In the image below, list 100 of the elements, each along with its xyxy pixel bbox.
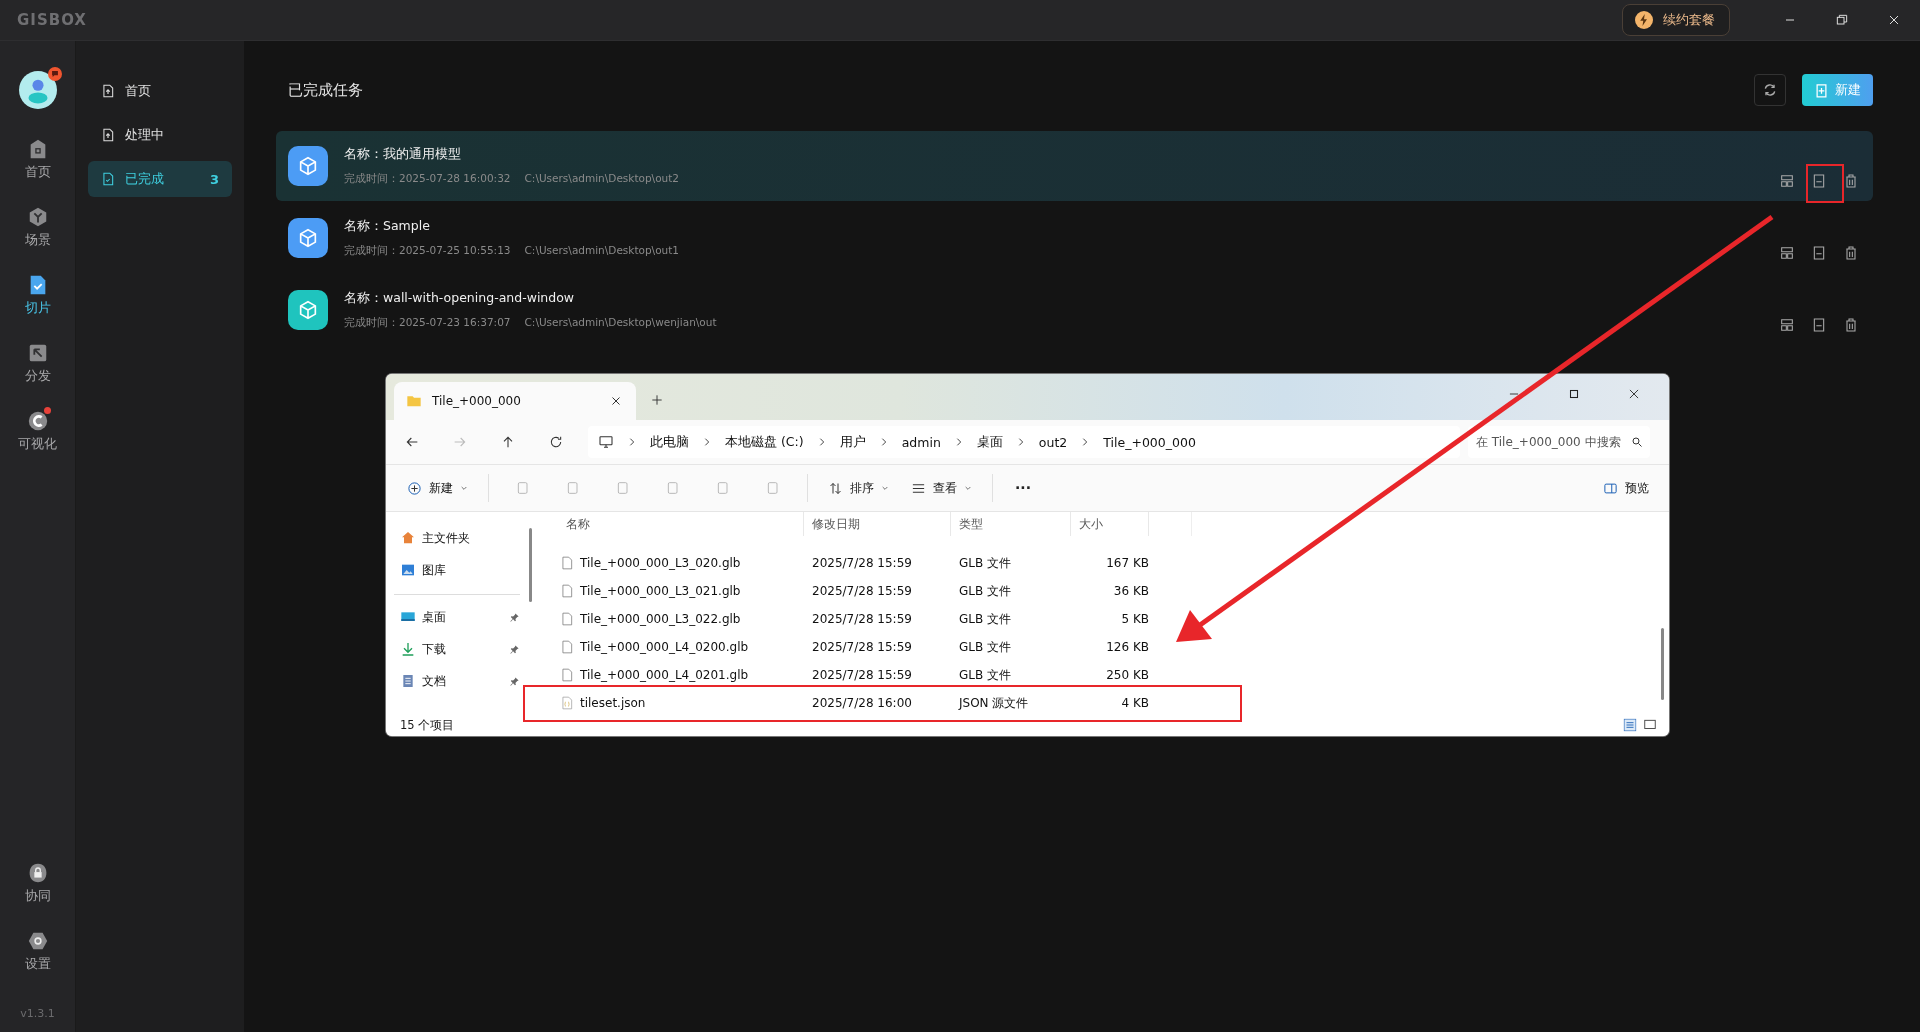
sort-button[interactable]: 排序 [822, 475, 895, 501]
search-field[interactable]: 在 Tile_+000_000 中搜索 [1468, 426, 1650, 458]
file-type: JSON 源文件 [957, 694, 1030, 712]
rail-item[interactable]: 场景 [7, 193, 68, 261]
caret-icon [964, 484, 972, 492]
rail-item[interactable]: 可视化 [7, 397, 68, 465]
caret-icon [460, 484, 468, 492]
nav-item[interactable]: 首页 [88, 73, 232, 109]
task-row[interactable]: 名称：Sample 完成时间：2025-07-25 10:55:13 C:\Users\admin\Desktop\out1 [276, 203, 1873, 273]
file-icon [560, 639, 574, 655]
scrollbar-thumb[interactable] [1660, 628, 1664, 700]
nav-pane-item[interactable]: 下载 [400, 633, 520, 665]
file-name[interactable]: tileset.json [580, 696, 646, 710]
file-name[interactable]: Tile_+000_000_L3_022.glb [580, 612, 741, 626]
rail-item[interactable]: 设置 [7, 917, 68, 985]
nav-pane-item[interactable]: 文档 [400, 665, 520, 697]
json-file-icon [560, 695, 574, 711]
count-label: 3 [209, 171, 219, 187]
layout-icon[interactable] [1779, 317, 1795, 333]
rail-item[interactable]: 切片 [7, 261, 68, 329]
file-type: GLB 文件 [958, 666, 1013, 684]
maximize-icon[interactable] [1567, 387, 1581, 401]
task-name: 名称：我的通用模型 [344, 146, 462, 163]
nav-pane-item[interactable]: 图库 [400, 554, 520, 586]
breadcrumb-item[interactable]: out2 [1038, 434, 1068, 450]
file-size: 4 KB [1120, 696, 1149, 710]
modified-date: 2025/7/28 15:59 [811, 668, 913, 682]
rail-label: 设置 [24, 954, 51, 973]
plus-circle-icon [407, 480, 422, 496]
breadcrumb-item[interactable]: 用户 [839, 433, 866, 451]
document-icon[interactable] [1811, 245, 1827, 261]
nav-item[interactable]: 已完成 3 [88, 161, 232, 197]
file-icon [560, 667, 574, 683]
column-header[interactable]: 修改日期 [804, 512, 951, 536]
c-circle-icon [26, 409, 49, 432]
address-bar[interactable]: 此电脑 本地磁盘 (C:) 用户 admin 桌面 out2 Tile_+000_000 [588, 426, 1460, 458]
restore-icon[interactable] [1834, 12, 1850, 28]
nav-item[interactable]: 处理中 [88, 117, 232, 153]
file-type: GLB 文件 [958, 638, 1013, 656]
file-name[interactable]: Tile_+000_000_L3_020.glb [580, 556, 741, 570]
breadcrumb-item[interactable]: 本地磁盘 (C:) [725, 433, 804, 451]
task-name: 名称：Sample [344, 218, 431, 235]
caret-icon [881, 484, 889, 492]
output-path: C:\Users\admin\Desktop\out2 [524, 172, 680, 186]
document-icon[interactable] [1811, 317, 1827, 333]
breadcrumb-item[interactable]: admin [901, 434, 941, 450]
document-upload-icon [101, 84, 115, 98]
chat-badge-icon [47, 67, 62, 81]
breadcrumb-item[interactable]: Tile_+000_000 [1103, 434, 1196, 450]
download-icon [400, 641, 416, 657]
completion-time: 完成时间：2025-07-25 10:55:13 [344, 244, 511, 258]
details-view-icon [1623, 718, 1637, 732]
file-size: 5 KB [1120, 612, 1149, 626]
close-icon[interactable] [1627, 387, 1641, 401]
add-file-icon [1814, 82, 1829, 98]
column-header[interactable]: 大小 [1071, 512, 1149, 536]
task-row[interactable]: 名称：wall-with-opening-and-window 完成时间：2025-07-23 16:37:07 C:\Users\admin\Desktop\wenjian\out [276, 275, 1873, 345]
nav-pane-item[interactable]: 主文件夹 [400, 522, 520, 554]
chevron-right-icon [627, 437, 637, 447]
task-name: 名称：wall-with-opening-and-window [344, 290, 576, 307]
image-icon [400, 562, 416, 578]
highlight-box [1806, 164, 1844, 203]
rail-item[interactable]: 协同 [7, 849, 68, 917]
refresh-icon[interactable] [548, 434, 564, 450]
task-row[interactable]: 名称：我的通用模型 完成时间：2025-07-28 16:00:32 C:\Users\admin\Desktop\out2 [276, 131, 1873, 201]
rail-label: 分发 [24, 366, 51, 385]
completion-time: 完成时间：2025-07-28 16:00:32 [344, 172, 511, 186]
rail-label: 协同 [24, 886, 51, 905]
renew-button[interactable]: 续约套餐 [1622, 4, 1730, 36]
avatar-icon [18, 71, 57, 109]
file-name[interactable]: Tile_+000_000_L4_0201.glb [580, 668, 749, 682]
column-header[interactable]: 类型 [951, 512, 1071, 536]
rail-label: 首页 [24, 162, 51, 181]
modified-date: 2025/7/28 15:59 [811, 612, 913, 626]
folder-icon [406, 393, 422, 409]
new-button[interactable]: 新建 [401, 475, 474, 501]
layout-icon[interactable] [1779, 173, 1795, 189]
file-name[interactable]: Tile_+000_000_L3_021.glb [580, 584, 741, 598]
lightning-icon [1635, 11, 1653, 29]
refresh-button[interactable] [1754, 74, 1786, 106]
document-icon[interactable] [1811, 173, 1827, 189]
view-button[interactable]: 查看 [905, 475, 978, 501]
preview-button[interactable]: 预览 [1597, 475, 1655, 501]
breadcrumb-item[interactable]: 桌面 [976, 433, 1003, 451]
breadcrumb-item[interactable]: 此电脑 [650, 433, 689, 451]
file-size: 36 KB [1112, 584, 1149, 598]
column-header[interactable]: 名称 [552, 512, 804, 536]
more-button[interactable]: ··· [1007, 480, 1039, 496]
file-name[interactable]: Tile_+000_000_L4_0200.glb [580, 640, 749, 654]
file-icon [560, 583, 574, 599]
explorer-tab[interactable]: Tile_+000_000 [394, 382, 636, 420]
file-type: GLB 文件 [958, 610, 1013, 628]
refresh-icon [1762, 82, 1778, 98]
nav-pane-item[interactable]: 桌面 [400, 601, 520, 633]
layout-icon[interactable] [1779, 245, 1795, 261]
modified-date: 2025/7/28 16:00 [811, 696, 913, 710]
rail-item[interactable]: 分发 [7, 329, 68, 397]
rail-item[interactable]: 首页 [7, 125, 68, 193]
file-icon [560, 611, 574, 627]
modified-date: 2025/7/28 15:59 [811, 556, 913, 570]
